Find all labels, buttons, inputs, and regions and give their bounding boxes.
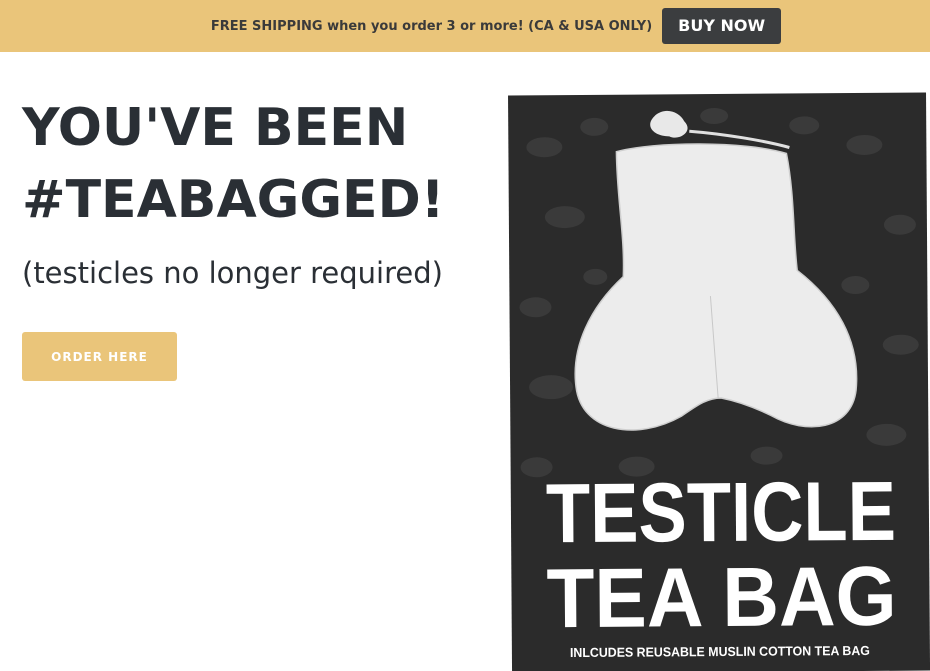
order-here-button[interactable]: ORDER HERE [22,332,177,381]
product-image: TESTICLE TEA BAG INLCUDES REUSABLE MUSLI… [506,86,930,671]
package-caption: INLCUDES REUSABLE MUSLIN COTTON TEA BAG [570,643,870,660]
announcement-text: FREE SHIPPING when you order 3 or more! … [210,18,653,34]
hero-title-line-2: #TEABAGGED! [22,170,445,230]
package-headline-line-1: TESTICLE [546,464,897,560]
hero-title: YOU'VE BEEN #TEABAGGED! [22,92,444,236]
hero-subtitle: (testicles no longer required) [22,256,443,290]
product-package-illustration: TESTICLE TEA BAG INLCUDES REUSABLE MUSLI… [508,92,930,671]
announcement-bar: FREE SHIPPING when you order 3 or more! … [0,0,930,52]
package-headline-line-2: TEA BAG [546,549,897,645]
hero-title-line-1: YOU'VE BEEN [22,98,409,158]
buy-now-button[interactable]: BUY NOW [662,8,782,44]
